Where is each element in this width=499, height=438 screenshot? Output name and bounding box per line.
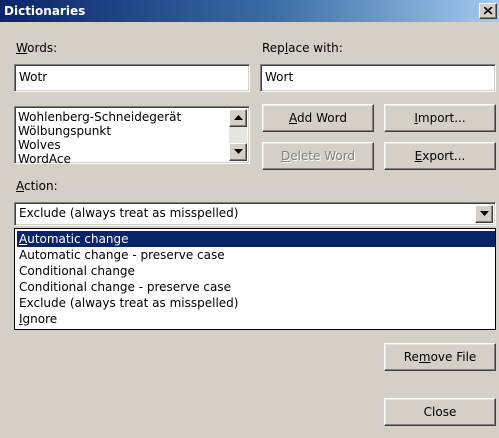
replace-label-b: ace with: <box>288 41 343 55</box>
delete-word-button[interactable]: Delete Word <box>262 142 374 170</box>
add-word-button[interactable]: Add Word <box>262 104 374 132</box>
arrow-down-icon <box>234 149 243 154</box>
option-accel: A <box>19 232 28 246</box>
export-rest: xport... <box>422 149 466 163</box>
dropdown-option[interactable]: Automatic change - preserve case <box>17 247 495 263</box>
add-word-rest: dd Word <box>297 111 347 125</box>
words-input-value: Wotr <box>19 70 48 84</box>
words-label-accel: W <box>16 41 28 55</box>
list-item[interactable]: Wölbungspunkt <box>18 124 111 138</box>
close-button[interactable]: Close <box>384 398 496 426</box>
remove-file-b: ove File <box>430 350 477 364</box>
dropdown-option[interactable]: Conditional change - preserve case <box>17 279 495 295</box>
action-label-accel: A <box>16 179 24 193</box>
replace-with-input-value: Wort <box>265 70 294 84</box>
import-rest: mport... <box>417 111 466 125</box>
close-window-button[interactable] <box>479 3 497 19</box>
delete-word-rest: elete Word <box>290 149 356 163</box>
option-rest: gnore <box>22 312 58 326</box>
option-rest: utomatic change <box>27 232 129 246</box>
window-title: Dictionaries <box>4 4 86 18</box>
dropdown-option-ignore[interactable]: Ignore <box>17 311 495 327</box>
replace-with-label: Replace with: <box>262 40 343 56</box>
replace-label-a: Rep <box>262 41 285 55</box>
scroll-up-button[interactable] <box>229 109 247 127</box>
action-label-rest: ction: <box>24 179 58 193</box>
remove-file-button[interactable]: Remove File <box>384 343 496 371</box>
replace-with-input[interactable]: Wort <box>260 64 496 92</box>
delete-word-accel: D <box>280 149 291 163</box>
dropdown-option[interactable]: Conditional change <box>17 263 495 279</box>
dropdown-option[interactable]: Exclude (always treat as misspelled) <box>17 295 495 311</box>
close-icon <box>484 7 493 15</box>
words-label-rest: ords: <box>27 41 58 55</box>
words-label: Words: <box>16 40 57 56</box>
action-dropdown-list[interactable]: Automatic change Automatic change - pres… <box>14 228 496 330</box>
remove-file-accel: m <box>418 350 431 364</box>
words-input[interactable]: Wotr <box>14 64 250 92</box>
list-item[interactable]: Wohlenberg-Schneidegerät <box>18 110 181 124</box>
arrow-down-icon <box>480 211 489 216</box>
action-selected-value: Exclude (always treat as misspelled) <box>19 206 239 220</box>
remove-file-a: Re <box>403 350 419 364</box>
dropdown-option-automatic-change[interactable]: Automatic change <box>17 231 495 247</box>
action-select[interactable]: Exclude (always treat as misspelled) <box>14 202 496 226</box>
list-item[interactable]: Wolves <box>18 138 61 152</box>
action-dropdown-button[interactable] <box>475 205 493 223</box>
arrow-up-icon <box>234 115 243 120</box>
word-list[interactable]: Wohlenberg-Schneidegerät Wölbungspunkt W… <box>14 106 250 164</box>
import-button[interactable]: Import... <box>384 104 496 132</box>
scroll-track[interactable] <box>229 127 247 143</box>
list-item[interactable]: WordAce <box>18 152 71 163</box>
add-word-accel: A <box>289 111 298 125</box>
action-label: Action: <box>16 178 58 194</box>
export-button[interactable]: Export... <box>384 142 496 170</box>
scroll-down-button[interactable] <box>229 143 247 161</box>
